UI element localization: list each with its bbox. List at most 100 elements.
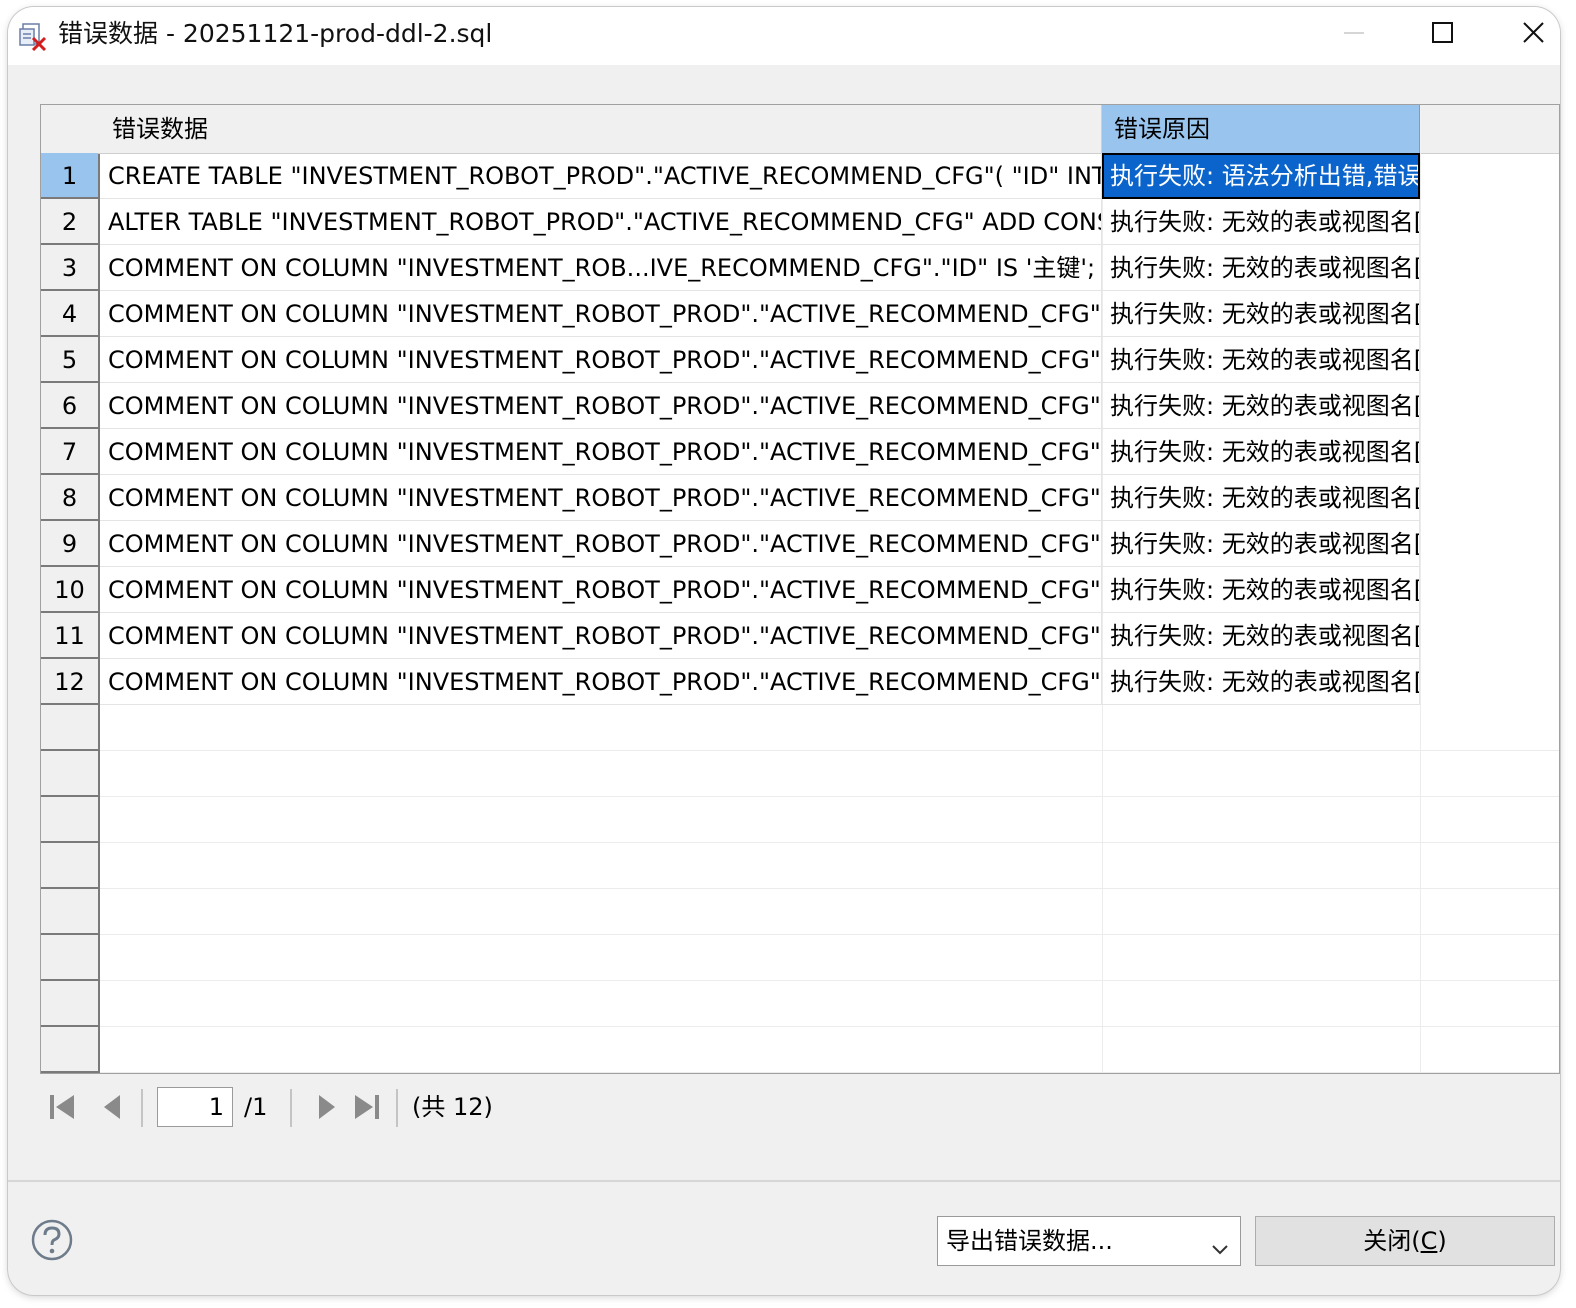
help-icon[interactable] (30, 1218, 74, 1262)
cell-error-data[interactable]: COMMENT ON COLUMN "INVESTMENT_ROBOT_PROD… (100, 521, 1102, 567)
empty-row (41, 797, 1559, 843)
pagination-bar: /1 (共 12) (44, 1083, 644, 1131)
cell-error-reason[interactable]: 执行失败: 无效的表或视图名[ (1102, 475, 1420, 521)
row-number[interactable]: 10 (41, 567, 98, 613)
cell-error-reason[interactable]: 执行失败: 无效的表或视图名[ (1102, 245, 1420, 291)
close-button[interactable]: 关闭(C) (1255, 1216, 1555, 1266)
cell-error-reason[interactable]: 执行失败: 无效的表或视图名[ (1102, 521, 1420, 567)
export-error-data-dropdown[interactable]: 导出错误数据... (937, 1216, 1241, 1266)
table-row[interactable]: 10 COMMENT ON COLUMN "INVESTMENT_ROBOT_PR… (41, 567, 1559, 613)
cell-error-reason[interactable]: 执行失败: 无效的表或视图名[ (1102, 567, 1420, 613)
cell-error-data[interactable]: CREATE TABLE "INVESTMENT_ROBOT_PROD"."AC… (100, 153, 1102, 199)
table-row[interactable]: 11 COMMENT ON COLUMN "INVESTMENT_ROBOT_PR… (41, 613, 1559, 659)
row-number[interactable]: 1 (41, 153, 98, 199)
table-row[interactable]: 12 COMMENT ON COLUMN "INVESTMENT_ROBOT_PR… (41, 659, 1559, 705)
table-row[interactable]: 2 ALTER TABLE "INVESTMENT_ROBOT_PROD"."AC… (41, 199, 1559, 245)
cell-error-reason[interactable]: 执行失败: 无效的表或视图名[ (1102, 383, 1420, 429)
prev-page-icon[interactable] (96, 1089, 132, 1125)
row-number-empty (41, 935, 98, 981)
table-row[interactable]: 9 COMMENT ON COLUMN "INVESTMENT_ROBOT_PRO… (41, 521, 1559, 567)
cell-error-data[interactable]: COMMENT ON COLUMN "INVESTMENT_ROBOT_PROD… (100, 613, 1102, 659)
table-row[interactable]: 8 COMMENT ON COLUMN "INVESTMENT_ROBOT_PRO… (41, 475, 1559, 521)
empty-row (41, 935, 1559, 981)
row-number-empty (41, 981, 98, 1027)
row-number[interactable]: 3 (41, 245, 98, 291)
cell-error-data[interactable]: COMMENT ON COLUMN "INVESTMENT_ROBOT_PROD… (100, 383, 1102, 429)
cell-error-reason[interactable]: 执行失败: 无效的表或视图名[ (1102, 337, 1420, 383)
cell-error-reason[interactable]: 执行失败: 无效的表或视图名[ (1102, 613, 1420, 659)
table-row[interactable]: 5 COMMENT ON COLUMN "INVESTMENT_ROBOT_PRO… (41, 337, 1559, 383)
column-header-error-reason[interactable]: 错误原因 (1102, 105, 1420, 153)
cell-error-data[interactable]: ALTER TABLE "INVESTMENT_ROBOT_PROD"."ACT… (100, 199, 1102, 245)
close-suffix: ) (1437, 1227, 1447, 1255)
cell-error-data[interactable]: COMMENT ON COLUMN "INVESTMENT_ROBOT_PROD… (100, 429, 1102, 475)
page-number-input[interactable] (157, 1087, 233, 1127)
row-number[interactable]: 12 (41, 659, 98, 705)
empty-cell (100, 1027, 1559, 1073)
cell-error-data[interactable]: COMMENT ON COLUMN "INVESTMENT_ROBOT_PROD… (100, 475, 1102, 521)
footer-divider (8, 1180, 1560, 1182)
empty-cell (100, 889, 1559, 935)
pager-separator (290, 1089, 292, 1127)
pager-separator (141, 1089, 143, 1127)
cell-error-reason[interactable]: 执行失败: 无效的表或视图名[ (1102, 659, 1420, 705)
empty-row (41, 1027, 1559, 1073)
empty-row (41, 843, 1559, 889)
table-row[interactable]: 1 CREATE TABLE "INVESTMENT_ROBOT_PROD"."A… (41, 153, 1559, 199)
chevron-down-icon (1208, 1229, 1232, 1255)
row-number[interactable]: 5 (41, 337, 98, 383)
total-pages: /1 (244, 1093, 268, 1121)
row-number[interactable]: 2 (41, 199, 98, 245)
empty-row (41, 981, 1559, 1027)
empty-row (41, 889, 1559, 935)
empty-row (41, 705, 1559, 751)
cell-error-data[interactable]: COMMENT ON COLUMN "INVESTMENT_ROB...IVE_… (100, 245, 1102, 291)
cell-error-reason[interactable]: 执行失败: 无效的表或视图名[ (1102, 291, 1420, 337)
cell-error-data[interactable]: COMMENT ON COLUMN "INVESTMENT_ROBOT_PROD… (100, 337, 1102, 383)
table-row[interactable]: 6 COMMENT ON COLUMN "INVESTMENT_ROBOT_PRO… (41, 383, 1559, 429)
window-title: 错误数据 - 20251121-prod-ddl-2.sql (58, 19, 493, 48)
row-number[interactable]: 8 (41, 475, 98, 521)
empty-cell (100, 981, 1559, 1027)
close-label: 关闭( (1363, 1227, 1421, 1255)
empty-cell (100, 751, 1559, 797)
table-row[interactable]: 3 COMMENT ON COLUMN "INVESTMENT_ROB...IVE… (41, 245, 1559, 291)
maximize-button[interactable] (1398, 7, 1488, 59)
column-header-row: 错误数据 错误原因 (41, 105, 1559, 154)
first-page-icon[interactable] (44, 1089, 80, 1125)
error-data-dialog: 错误数据 - 20251121-prod-ddl-2.sql 错误数据 错误原因… (8, 7, 1560, 1295)
cell-error-data[interactable]: COMMENT ON COLUMN "INVESTMENT_ROBOT_PROD… (100, 567, 1102, 613)
close-mnemonic: C (1420, 1227, 1438, 1255)
row-number-empty (41, 889, 98, 935)
close-window-button[interactable] (1488, 7, 1560, 59)
row-number-empty (41, 705, 98, 751)
row-number-empty (41, 843, 98, 889)
row-number-empty (41, 1027, 98, 1073)
row-number[interactable]: 4 (41, 291, 98, 337)
cell-error-reason[interactable]: 执行失败: 无效的表或视图名[ (1102, 429, 1420, 475)
row-number[interactable]: 7 (41, 429, 98, 475)
title-bar: 错误数据 - 20251121-prod-ddl-2.sql (8, 7, 1560, 65)
column-header-error-data[interactable]: 错误数据 (100, 105, 1102, 153)
cell-error-reason[interactable]: 执行失败: 无效的表或视图名[ (1102, 199, 1420, 245)
row-number[interactable]: 11 (41, 613, 98, 659)
cell-error-data[interactable]: COMMENT ON COLUMN "INVESTMENT_ROBOT_PROD… (100, 291, 1102, 337)
empty-cell (100, 797, 1559, 843)
table-row[interactable]: 7 COMMENT ON COLUMN "INVESTMENT_ROBOT_PRO… (41, 429, 1559, 475)
row-number[interactable]: 6 (41, 383, 98, 429)
cell-error-data[interactable]: COMMENT ON COLUMN "INVESTMENT_ROBOT_PROD… (100, 659, 1102, 705)
pager-separator (396, 1089, 398, 1127)
row-number-empty (41, 797, 98, 843)
empty-cell (100, 705, 1559, 751)
error-data-grid[interactable]: 错误数据 错误原因 1 CREATE TABLE "INVESTMENT_ROBO… (40, 104, 1560, 1074)
row-number-empty (41, 751, 98, 797)
cell-error-reason[interactable]: 执行失败: 语法分析出错,错误 (1102, 153, 1420, 199)
empty-cell (100, 843, 1559, 889)
next-page-icon[interactable] (307, 1089, 343, 1125)
last-page-icon[interactable] (349, 1089, 385, 1125)
minimize-button[interactable] (1308, 7, 1398, 59)
table-row[interactable]: 4 COMMENT ON COLUMN "INVESTMENT_ROBOT_PRO… (41, 291, 1559, 337)
export-label: 导出错误数据... (946, 1227, 1113, 1255)
row-number[interactable]: 9 (41, 521, 98, 567)
empty-row (41, 751, 1559, 797)
